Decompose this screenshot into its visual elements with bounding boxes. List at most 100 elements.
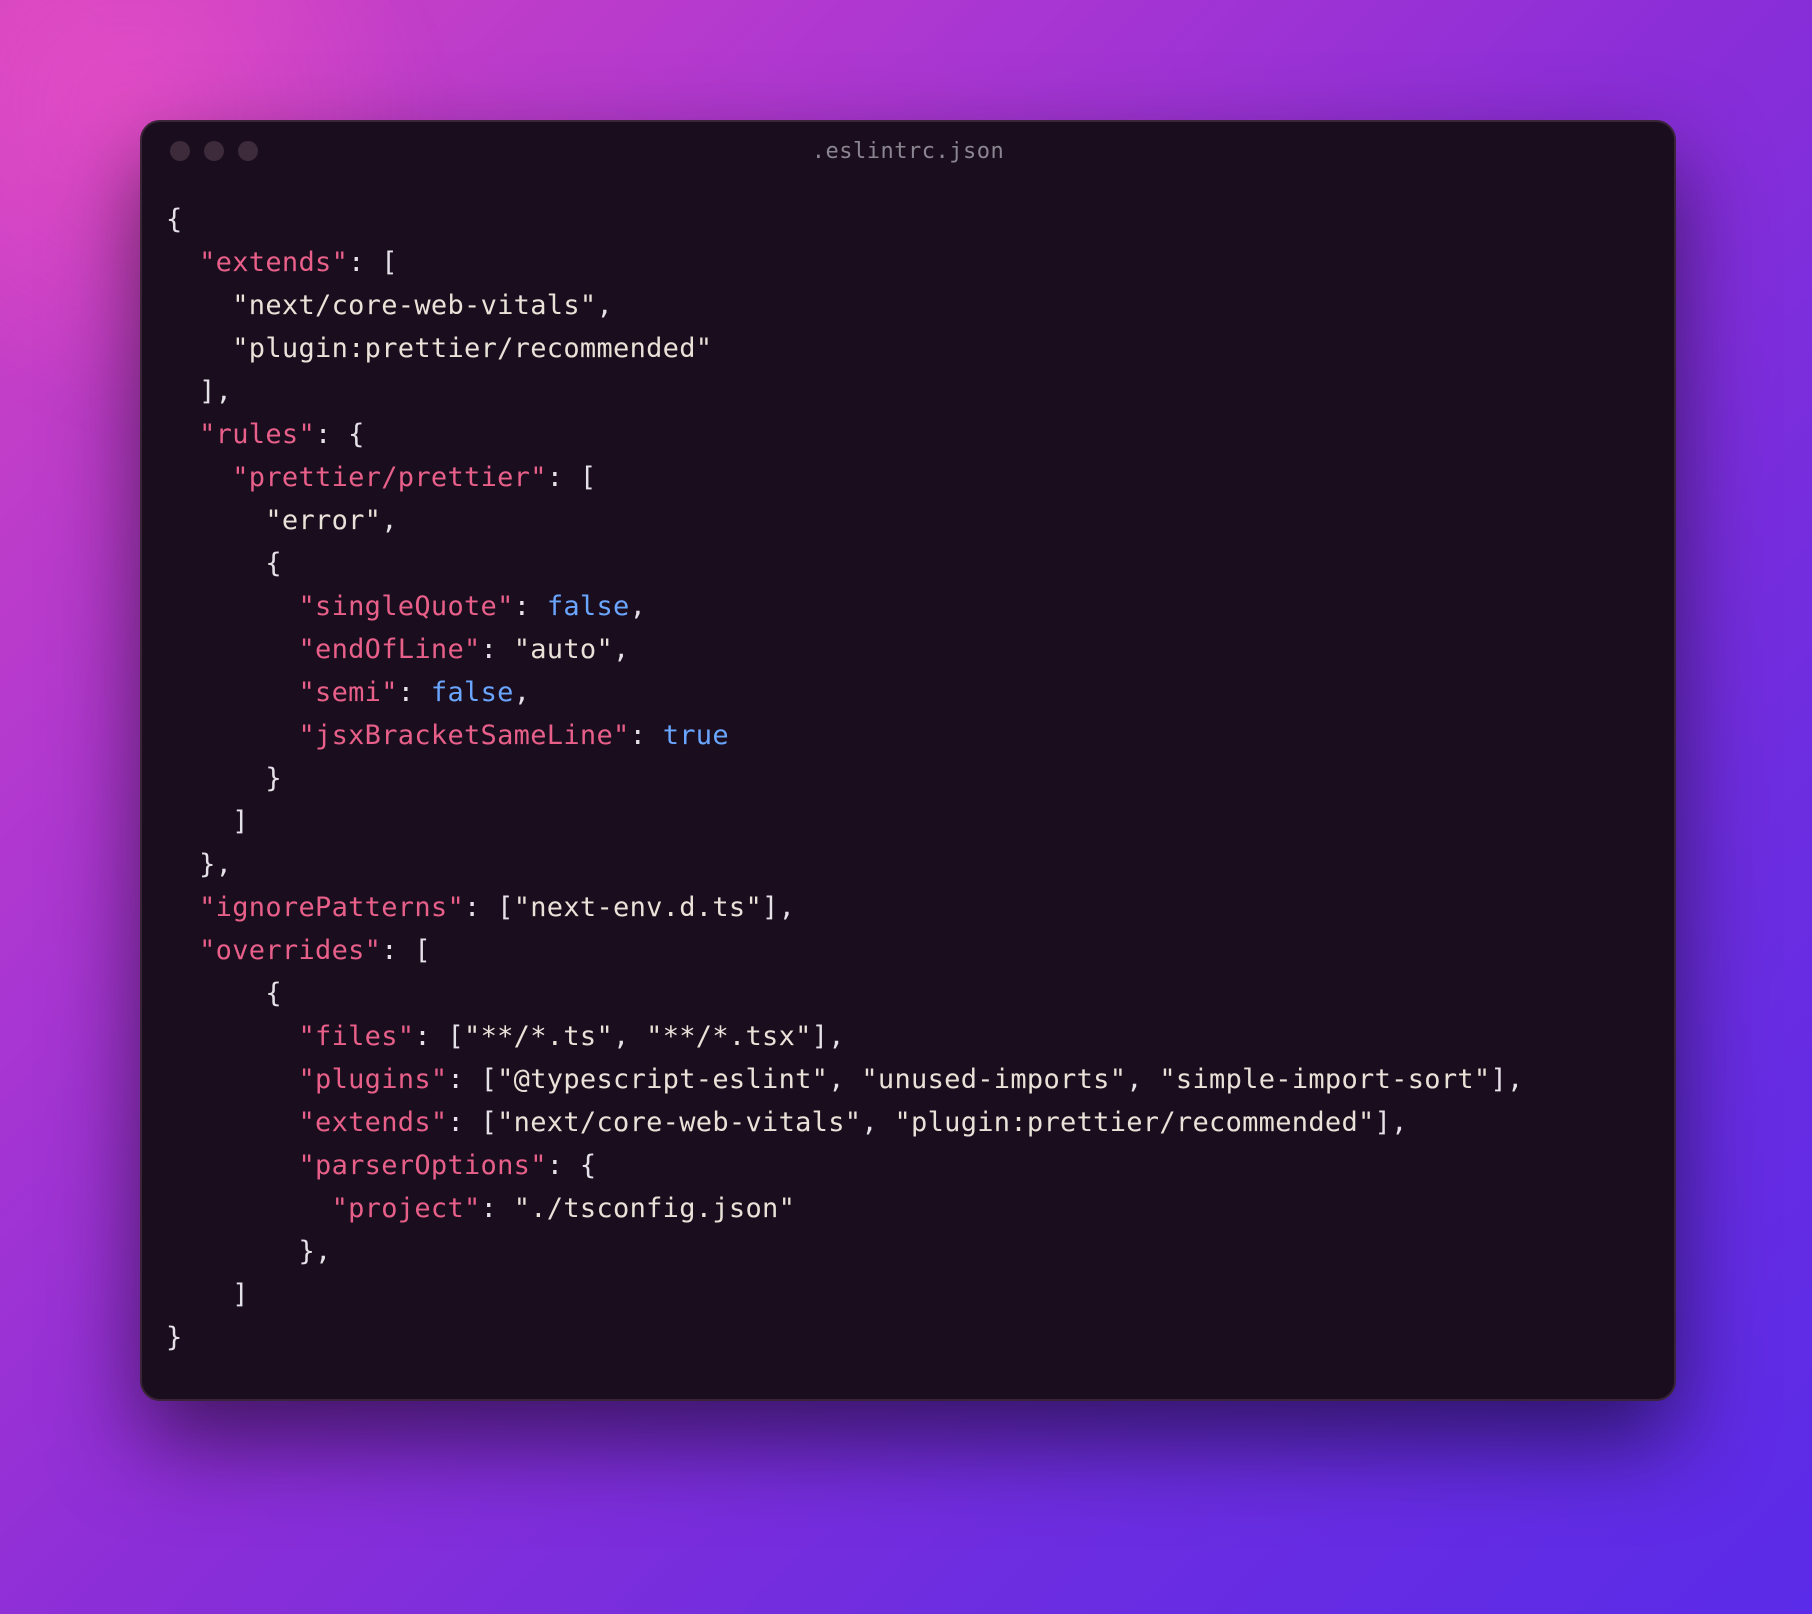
token-punct: , (613, 634, 630, 665)
token-punct: : [ (447, 1064, 497, 1095)
token-punct: : (481, 634, 514, 665)
token-punct: , (630, 591, 647, 622)
token-str: "next/core-web-vitals" (232, 290, 596, 321)
code-line: "ignorePatterns": ["next-env.d.ts"], (166, 886, 1650, 929)
code-line: "plugin:prettier/recommended" (166, 327, 1650, 370)
token-punct (166, 720, 298, 751)
code-line: }, (166, 843, 1650, 886)
token-punct (166, 1193, 332, 1224)
token-punct: , (596, 290, 613, 321)
token-punct (166, 634, 298, 665)
window-title: .eslintrc.json (142, 139, 1674, 164)
token-punct (166, 591, 298, 622)
token-punct (166, 333, 232, 364)
code-line: { (166, 198, 1650, 241)
code-line: "extends": ["next/core-web-vitals", "plu… (166, 1101, 1650, 1144)
code-line: "files": ["**/*.ts", "**/*.tsx"], (166, 1015, 1650, 1058)
token-key: "project" (332, 1193, 481, 1224)
token-punct: , (828, 1064, 861, 1095)
token-punct (166, 1107, 298, 1138)
token-str: "auto" (514, 634, 613, 665)
token-str: "./tsconfig.json" (514, 1193, 795, 1224)
code-line: { (166, 542, 1650, 585)
code-line: "jsxBracketSameLine": true (166, 714, 1650, 757)
code-line: }, (166, 1230, 1650, 1273)
token-punct: : (398, 677, 431, 708)
token-bool: false (547, 591, 630, 622)
token-punct: } (166, 763, 282, 794)
token-str: "next-env.d.ts" (514, 892, 762, 923)
code-line: "error", (166, 499, 1650, 542)
token-punct: , (1126, 1064, 1159, 1095)
token-punct (166, 419, 199, 450)
code-line: "prettier/prettier": [ (166, 456, 1650, 499)
code-line: } (166, 1316, 1650, 1359)
token-punct: ], (1375, 1107, 1408, 1138)
token-str: "**/*.ts" (464, 1021, 613, 1052)
token-punct: ] (166, 1279, 249, 1310)
token-key: "plugins" (298, 1064, 447, 1095)
token-punct: }, (166, 1236, 332, 1267)
token-key: "extends" (298, 1107, 447, 1138)
code-line: "project": "./tsconfig.json" (166, 1187, 1650, 1230)
token-key: "extends" (199, 247, 348, 278)
token-bool: true (663, 720, 729, 751)
token-key: "parserOptions" (298, 1150, 546, 1181)
token-punct: ], (762, 892, 795, 923)
token-bool: false (431, 677, 514, 708)
code-line: "endOfLine": "auto", (166, 628, 1650, 671)
code-line: ], (166, 370, 1650, 413)
token-punct: { (166, 548, 282, 579)
token-punct: { (166, 978, 282, 1009)
token-punct: , (381, 505, 398, 536)
titlebar: .eslintrc.json (142, 122, 1674, 180)
code-line: "next/core-web-vitals", (166, 284, 1650, 327)
token-str: "plugin:prettier/recommended" (232, 333, 712, 364)
token-punct: , (514, 677, 531, 708)
token-punct: : { (315, 419, 365, 450)
token-key: "jsxBracketSameLine" (298, 720, 629, 751)
token-punct: : (630, 720, 663, 751)
token-punct: : (481, 1193, 514, 1224)
token-punct: , (613, 1021, 646, 1052)
token-punct (166, 1021, 298, 1052)
token-punct: : [ (348, 247, 398, 278)
code-line: "parserOptions": { (166, 1144, 1650, 1187)
code-line: "rules": { (166, 413, 1650, 456)
token-punct (166, 247, 199, 278)
token-key: "semi" (298, 677, 397, 708)
code-content: { "extends": [ "next/core-web-vitals", "… (142, 180, 1674, 1399)
token-str: "@typescript-eslint" (497, 1064, 828, 1095)
code-line: ] (166, 800, 1650, 843)
token-str: "plugin:prettier/recommended" (894, 1107, 1374, 1138)
token-punct: , (861, 1107, 894, 1138)
token-str: "**/*.tsx" (646, 1021, 812, 1052)
token-key: "ignorePatterns" (199, 892, 464, 923)
code-line: } (166, 757, 1650, 800)
token-key: "singleQuote" (298, 591, 513, 622)
token-punct: ], (812, 1021, 845, 1052)
token-punct (166, 892, 199, 923)
token-punct (166, 677, 298, 708)
token-punct: : (514, 591, 547, 622)
token-punct: ] (166, 806, 249, 837)
token-punct (166, 290, 232, 321)
token-punct (166, 935, 199, 966)
token-punct: : [ (547, 462, 597, 493)
token-punct: { (166, 204, 183, 235)
token-str: "next/core-web-vitals" (497, 1107, 861, 1138)
token-str: "unused-imports" (861, 1064, 1126, 1095)
code-window: .eslintrc.json { "extends": [ "next/core… (140, 120, 1676, 1401)
token-punct: : [ (464, 892, 514, 923)
code-line: { (166, 972, 1650, 1015)
code-line: "overrides": [ (166, 929, 1650, 972)
token-punct: : [ (447, 1107, 497, 1138)
code-line: "singleQuote": false, (166, 585, 1650, 628)
token-punct: } (166, 1322, 183, 1353)
token-str: "error" (265, 505, 381, 536)
code-line: ] (166, 1273, 1650, 1316)
token-punct: }, (166, 849, 232, 880)
token-punct: ], (1490, 1064, 1523, 1095)
token-key: "endOfLine" (298, 634, 480, 665)
token-punct (166, 1150, 298, 1181)
